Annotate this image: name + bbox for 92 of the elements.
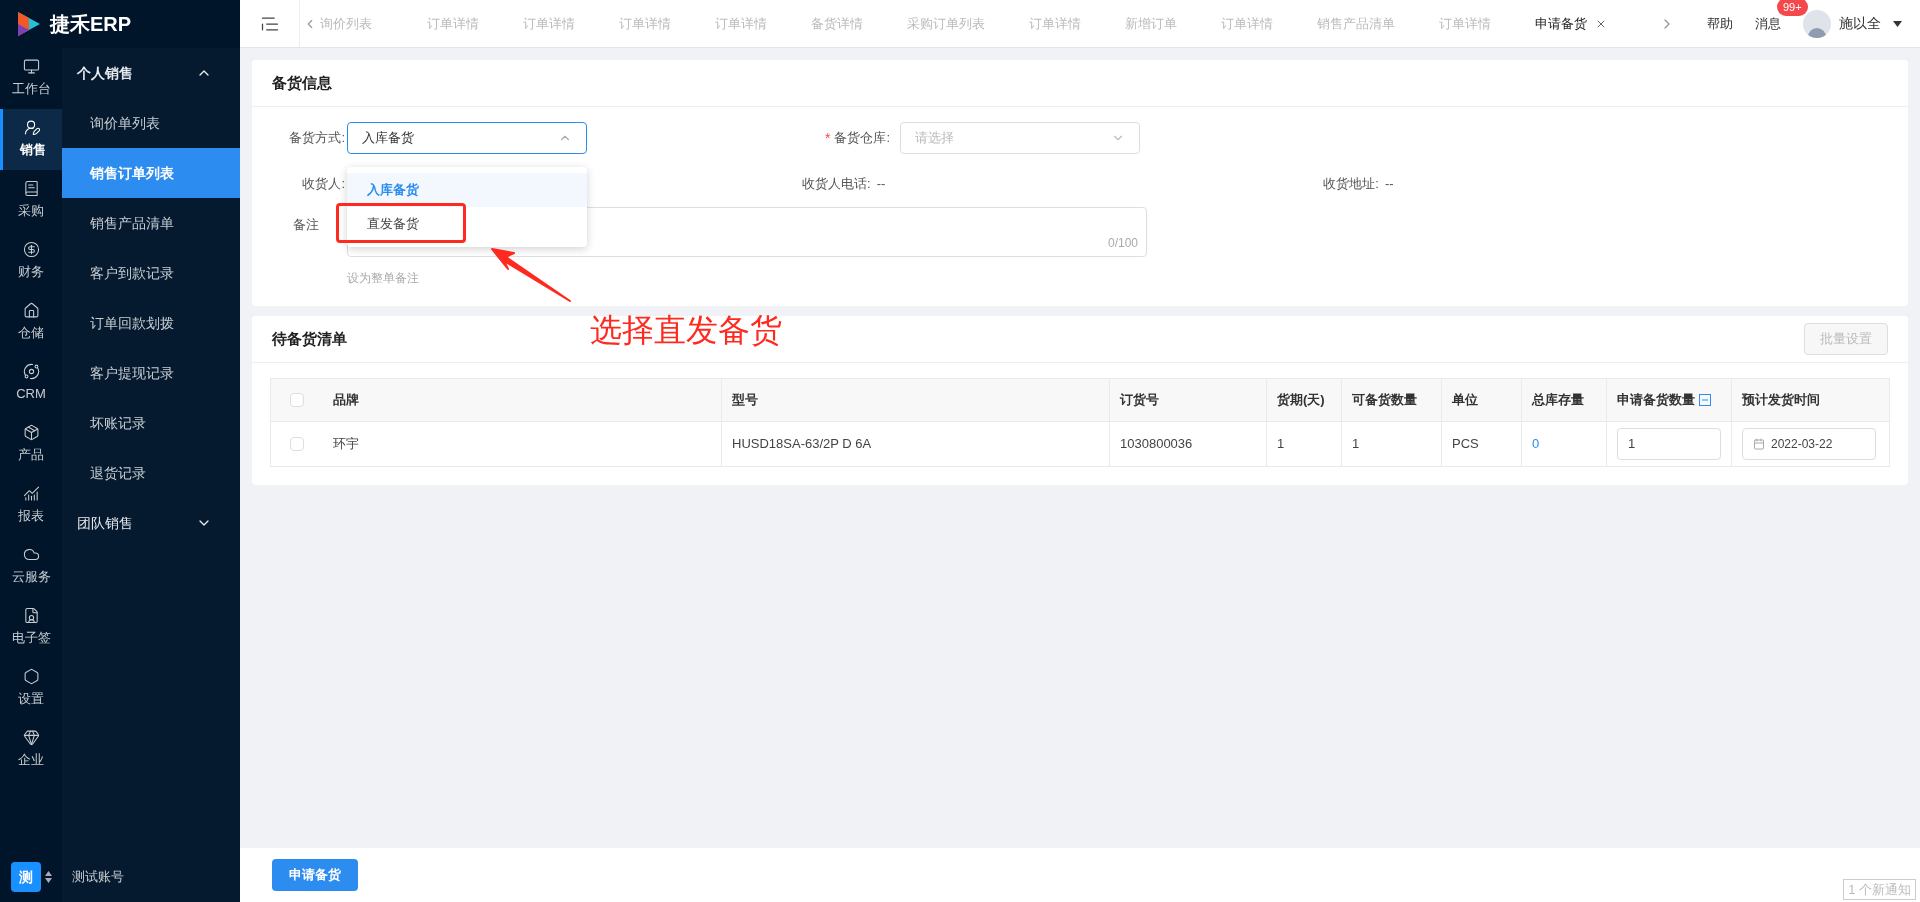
menu-item[interactable]: 客户提现记录 xyxy=(62,348,240,398)
field-label: 收货人: xyxy=(301,175,345,194)
user-name[interactable]: 施以全 xyxy=(1839,13,1881,34)
field-label: 备注 xyxy=(293,216,319,234)
rail-label: 报表 xyxy=(18,507,44,526)
rail-item[interactable]: 电子签 xyxy=(0,597,62,658)
coin-icon xyxy=(22,241,40,259)
table-cell-text: PCS xyxy=(1452,435,1479,454)
menu-item[interactable]: 坏账记录 xyxy=(62,398,240,448)
column-header: 品牌 xyxy=(333,391,359,410)
box-icon xyxy=(22,424,40,442)
menu-item[interactable]: 订单回款划拨 xyxy=(62,298,240,348)
table-cell-text: 1 xyxy=(1277,435,1285,454)
column-header: 申请备货数量 xyxy=(1617,391,1695,410)
rail-item[interactable]: 工作台 xyxy=(0,48,62,109)
messages-link[interactable]: 消息 xyxy=(1755,16,1781,31)
monitor-icon xyxy=(22,58,40,76)
caret-icon[interactable] xyxy=(1893,20,1902,27)
user-icon xyxy=(24,119,41,137)
rail-label: 企业 xyxy=(18,751,44,770)
menu-item[interactable]: 询价单列表 xyxy=(62,98,240,148)
field-label: 备货方式: xyxy=(288,129,345,148)
rail-label: 产品 xyxy=(18,446,44,465)
gem-icon xyxy=(22,729,40,747)
rail-label: 云服务 xyxy=(11,568,51,587)
logo-icon xyxy=(16,10,42,38)
menu-group[interactable]: 个人销售 xyxy=(62,48,240,98)
method-select[interactable]: 入库备货 xyxy=(347,122,587,154)
date-field[interactable]: 2022-03-22 xyxy=(1742,428,1876,460)
rail-item[interactable]: CRM xyxy=(0,353,62,414)
menu-group[interactable]: 团队销售 xyxy=(62,498,240,548)
stock-link[interactable]: 0 xyxy=(1532,434,1540,454)
table-cell-text: 环宇 xyxy=(333,435,359,454)
column-header: 可备货数量 xyxy=(1352,391,1417,410)
required-mark: * xyxy=(825,128,831,148)
menu-item[interactable]: 客户到款记录 xyxy=(62,248,240,298)
field-value: -- xyxy=(1384,175,1394,194)
quantity-field[interactable]: 1 xyxy=(1617,428,1721,460)
rail-item[interactable]: 销售 xyxy=(0,109,62,170)
rail-item[interactable]: 企业 xyxy=(0,719,62,780)
select-all-checkbox[interactable] xyxy=(290,393,304,407)
house-icon xyxy=(22,302,40,320)
rail-label: 财务 xyxy=(18,263,44,282)
char-counter: 0/100 xyxy=(1107,235,1138,252)
table-cell-text: 1030800036 xyxy=(1120,435,1193,454)
annotation-text: 选择直发备货 xyxy=(590,311,782,350)
app-logo-text: 捷禾ERP xyxy=(50,12,132,37)
rail-label: 电子签 xyxy=(11,629,51,648)
rail-item[interactable]: 报表 xyxy=(0,475,62,536)
field-label: 收货地址: xyxy=(1323,175,1379,194)
rail-label: 采购 xyxy=(18,202,44,221)
field-label: 备货仓库: xyxy=(834,129,892,148)
rail-item[interactable]: 产品 xyxy=(0,414,62,475)
dropdown-option[interactable]: 直发备货 xyxy=(347,207,587,241)
rail-label: 销售 xyxy=(19,141,46,160)
orbit-icon xyxy=(22,363,40,381)
field-label: 收货人电话: xyxy=(802,175,871,194)
rail-label: 设置 xyxy=(18,690,44,709)
message-count-badge: 99+ xyxy=(1777,0,1808,16)
page-tab[interactable]: 申请备货 xyxy=(1513,0,1629,48)
section-title: 待备货清单 xyxy=(272,328,347,349)
column-header: 单位 xyxy=(1452,391,1478,410)
help-link[interactable]: 帮助 xyxy=(1707,13,1733,34)
rail-item[interactable]: 采购 xyxy=(0,170,62,231)
hexagon-icon xyxy=(22,668,40,686)
user-avatar[interactable] xyxy=(1803,9,1831,38)
calendar-icon xyxy=(1753,438,1765,450)
rail-label: 仓储 xyxy=(18,324,44,343)
column-header: 货期(天) xyxy=(1277,391,1325,410)
rail-label: CRM xyxy=(16,385,46,404)
rail-item[interactable]: 设置 xyxy=(0,658,62,719)
account-name[interactable]: 测试账号 xyxy=(72,867,124,887)
column-header: 总库存量 xyxy=(1532,391,1584,410)
field-value: -- xyxy=(876,175,886,194)
rail-item[interactable]: 财务 xyxy=(0,231,62,292)
column-header: 型号 xyxy=(732,391,758,410)
rail-item[interactable]: 云服务 xyxy=(0,536,62,597)
collapse-icon[interactable] xyxy=(1699,394,1711,406)
menu-item[interactable]: 退货记录 xyxy=(62,448,240,498)
sort-icon[interactable] xyxy=(44,871,52,883)
book-icon xyxy=(22,180,40,198)
rail-item[interactable]: 仓储 xyxy=(0,292,62,353)
table-cell-text: HUSD18SA-63/2P D 6A xyxy=(732,435,872,454)
rail-label: 工作台 xyxy=(11,80,51,99)
table-cell-text: 1 xyxy=(1352,435,1360,454)
row-checkbox[interactable] xyxy=(290,437,304,451)
chart-icon xyxy=(22,485,40,503)
document-icon xyxy=(22,607,40,625)
column-header: 预计发货时间 xyxy=(1742,391,1820,410)
column-header: 订货号 xyxy=(1120,391,1159,410)
menu-item[interactable]: 销售产品清单 xyxy=(62,198,240,248)
section-title: 备货信息 xyxy=(272,72,332,93)
